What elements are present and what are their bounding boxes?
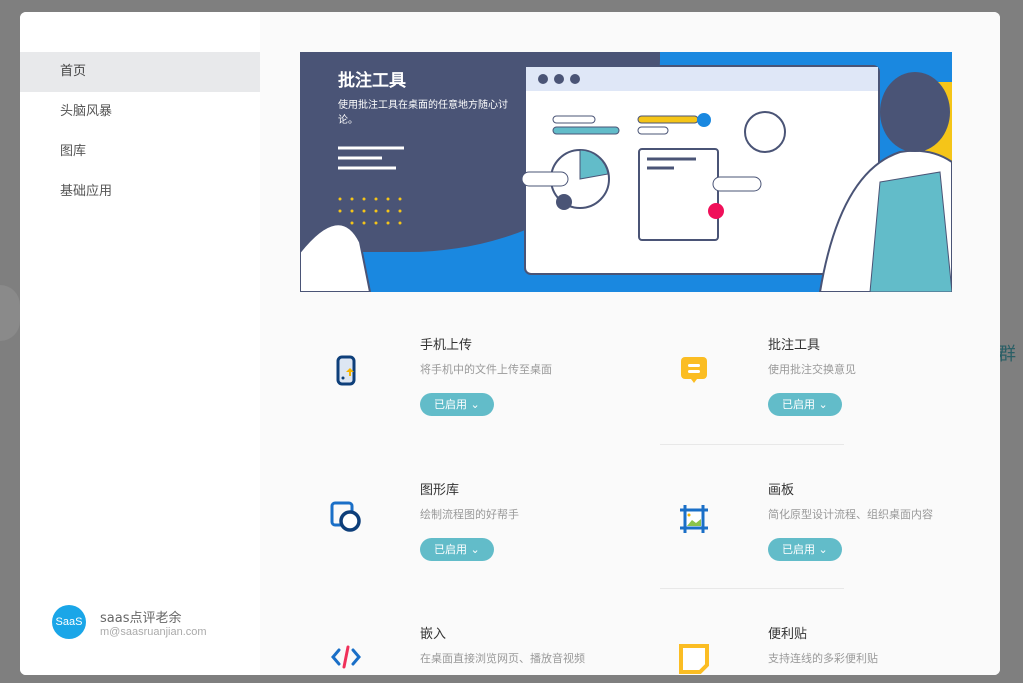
avatar: SaaS [52,605,86,639]
chevron-down-icon: ⌄ [818,543,828,556]
app-card-embed: 嵌入 在桌面直接浏览网页、播放音视频 [331,623,660,669]
app-description: 绘制流程图的好帮手 [420,508,519,521]
status-label: 已启用 [434,543,467,556]
phone-upload-icon [336,355,356,386]
app-description: 使用批注交换意见 [768,363,856,376]
artboard-icon [680,505,708,533]
embed-code-icon [331,645,361,669]
app-card-artboard: 画板 简化原型设计流程、组织桌面内容 已启用 ⌄ [680,479,1000,561]
banner[interactable]: 批注工具 使用批注工具在桌面的任意地方随心讨论。 [300,52,952,292]
status-label: 已启用 [782,398,815,411]
user-profile[interactable]: SaaS saas点评老余 m@saasruanjian.com [52,605,207,639]
chevron-down-icon: ⌄ [470,398,480,411]
app-description: 在桌面直接浏览网页、播放音视频 [420,652,585,665]
app-description: 简化原型设计流程、组织桌面内容 [768,508,933,521]
status-label: 已启用 [434,398,467,411]
status-dropdown[interactable]: 已启用 ⌄ [420,538,494,561]
banner-title: 批注工具 [338,71,406,91]
background-element [0,285,20,341]
divider [660,444,844,445]
app-title: 批注工具 [768,338,821,353]
sidebar-item-gallery[interactable]: 图库 [20,132,260,172]
app-description: 将手机中的文件上传至桌面 [420,363,552,376]
sidebar-item-brainstorm[interactable]: 头脑风暴 [20,92,260,132]
app-card-phone-upload: 手机上传 将手机中的文件上传至桌面 已启用 ⌄ [336,334,660,416]
app-card-shapes: 图形库 绘制流程图的好帮手 已启用 ⌄ [330,479,660,561]
comment-icon [681,357,707,383]
status-dropdown[interactable]: 已启用 ⌄ [768,538,842,561]
sticky-note-icon [679,644,709,674]
user-email: m@saasruanjian.com [100,625,207,638]
user-name: saas点评老余 [100,610,182,626]
sidebar-item-basic-apps[interactable]: 基础应用 [20,172,260,212]
app-center-modal: 首页 头脑风暴 图库 基础应用 SaaS saas点评老余 m@saasruan… [20,12,1000,675]
app-card-annotation: 批注工具 使用批注交换意见 已启用 ⌄ [681,334,1000,416]
main-content: 批注工具 使用批注工具在桌面的任意地方随心讨论。 手机上传 将手机中的文件上传至… [260,12,1000,675]
app-title: 图形库 [420,483,460,498]
chevron-down-icon: ⌄ [470,543,480,556]
chevron-down-icon: ⌄ [818,398,828,411]
banner-subtitle: 使用批注工具在桌面的任意地方随心讨论。 [338,100,508,126]
divider [660,588,844,589]
sidebar-item-home[interactable]: 首页 [20,52,260,92]
app-title: 手机上传 [420,338,473,353]
app-title: 便利贴 [768,627,808,642]
app-description: 支持连线的多彩便利贴 [768,652,878,665]
background-text: 群 [998,344,1016,365]
status-dropdown[interactable]: 已启用 ⌄ [768,393,842,416]
status-dropdown[interactable]: 已启用 ⌄ [420,393,494,416]
app-title: 嵌入 [420,627,447,642]
shapes-icon [330,501,361,532]
status-label: 已启用 [782,543,815,556]
app-card-sticky-note: 便利贴 支持连线的多彩便利贴 [679,623,1000,674]
sidebar: 首页 头脑风暴 图库 基础应用 SaaS saas点评老余 m@saasruan… [20,12,260,675]
app-title: 画板 [768,483,795,498]
